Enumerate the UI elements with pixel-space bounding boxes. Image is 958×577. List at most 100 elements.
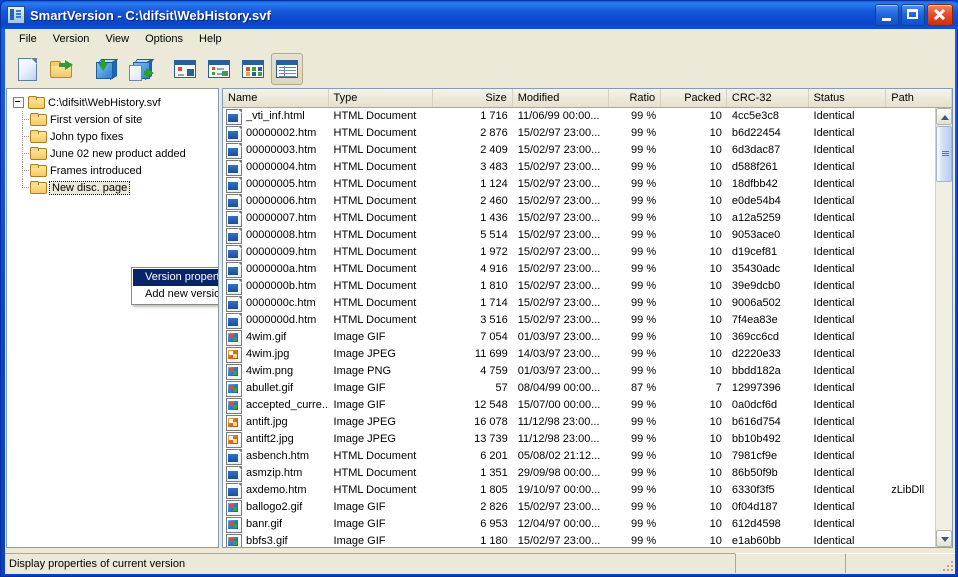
column-header-crc32[interactable]: CRC-32	[727, 89, 809, 107]
version-tree-pane[interactable]: C:\difsit\WebHistory.svf First version o…	[6, 88, 219, 548]
context-menu[interactable]: Version properties... Add new version...	[131, 267, 219, 305]
menu-view[interactable]: View	[97, 31, 137, 47]
column-header-name[interactable]: Name	[223, 89, 329, 107]
tree-item-john-typo-fixes[interactable]: John typo fixes	[13, 128, 218, 145]
resize-grip-icon[interactable]	[941, 559, 953, 571]
cell-packed: 10	[661, 346, 727, 363]
cell-size: 12 548	[433, 397, 513, 414]
cell-name-text: antift.jpg	[246, 414, 288, 431]
table-row[interactable]: abullet.gifImage GIF5708/04/99 00:00...8…	[223, 380, 936, 397]
table-row[interactable]: accepted_curre...Image GIF12 54815/07/00…	[223, 397, 936, 414]
menu-version[interactable]: Version	[45, 31, 98, 47]
table-row[interactable]: antift.jpgImage JPEG16 07811/12/98 23:00…	[223, 414, 936, 431]
scroll-up-button[interactable]	[936, 108, 952, 125]
table-row[interactable]: _vti_inf.htmlHTML Document1 71611/06/99 …	[223, 108, 936, 125]
cell-modified: 15/02/97 23:00...	[513, 244, 610, 261]
html-document-icon	[226, 194, 242, 210]
vertical-scrollbar[interactable]	[935, 108, 952, 547]
scroll-down-button[interactable]	[936, 530, 952, 547]
table-row[interactable]: 0000000a.htmHTML Document4 91615/02/97 2…	[223, 261, 936, 278]
table-row[interactable]: 00000003.htmHTML Document2 40915/02/97 2…	[223, 142, 936, 159]
column-header-path[interactable]: Path	[886, 89, 952, 107]
table-row[interactable]: 4wim.gifImage GIF7 05401/03/97 23:00...9…	[223, 329, 936, 346]
context-menu-item-version-properties[interactable]: Version properties...	[133, 269, 219, 286]
table-row[interactable]: bbfs3.gifImage GIF1 18015/02/97 23:00...…	[223, 533, 936, 547]
table-row[interactable]: 4wim.pngImage PNG4 75901/03/97 23:00...9…	[223, 363, 936, 380]
view-list-button[interactable]	[237, 53, 269, 85]
table-row[interactable]: 00000004.htmHTML Document3 48315/02/97 2…	[223, 159, 936, 176]
tree-item-frames-introduced[interactable]: Frames introduced	[13, 162, 218, 179]
tree-item-new-disc-page[interactable]: New disc. page	[13, 179, 218, 196]
cell-ratio: 99 %	[609, 312, 661, 329]
tree-item-june-02-new-product[interactable]: June 02 new product added	[13, 145, 218, 162]
table-row[interactable]: ballogo2.gifImage GIF2 82615/02/97 23:00…	[223, 499, 936, 516]
table-row[interactable]: 4wim.jpgImage JPEG11 69914/03/97 23:00..…	[223, 346, 936, 363]
scrollbar-thumb[interactable]	[936, 126, 952, 182]
table-row[interactable]: 00000008.htmHTML Document5 51415/02/97 2…	[223, 227, 936, 244]
column-header-type[interactable]: Type	[329, 89, 434, 107]
table-row[interactable]: 0000000d.htmHTML Document3 51615/02/97 2…	[223, 312, 936, 329]
new-archive-button[interactable]	[11, 53, 43, 85]
table-row[interactable]: 0000000b.htmHTML Document1 81015/02/97 2…	[223, 278, 936, 295]
cell-size: 1 805	[433, 482, 513, 499]
table-row[interactable]: 0000000c.htmHTML Document1 71415/02/97 2…	[223, 295, 936, 312]
table-row[interactable]: asbench.htmHTML Document6 20105/08/02 21…	[223, 448, 936, 465]
view-small-icons-button[interactable]	[203, 53, 235, 85]
cell-name: _vti_inf.html	[223, 108, 329, 125]
view-details-button[interactable]	[271, 53, 303, 85]
app-icon[interactable]	[7, 6, 25, 24]
table-row[interactable]: 00000006.htmHTML Document2 46015/02/97 2…	[223, 193, 936, 210]
cell-name-text: 0000000a.htm	[246, 261, 316, 278]
table-row[interactable]: 00000002.htmHTML Document2 87615/02/97 2…	[223, 125, 936, 142]
cell-modified: 15/02/97 23:00...	[513, 210, 610, 227]
cell-size: 2 460	[433, 193, 513, 210]
column-header-size[interactable]: Size	[433, 89, 513, 107]
table-row[interactable]: asmzip.htmHTML Document1 35129/09/98 00:…	[223, 465, 936, 482]
file-list-pane[interactable]: Name Type Size Modified Ratio Packed CRC…	[222, 88, 953, 548]
cell-modified: 01/03/97 23:00...	[513, 329, 610, 346]
collapse-expander-icon[interactable]	[13, 97, 24, 108]
view-large-icons-button[interactable]	[169, 53, 201, 85]
menu-options[interactable]: Options	[137, 31, 191, 47]
table-row[interactable]: 00000005.htmHTML Document1 12415/02/97 2…	[223, 176, 936, 193]
details-icon	[276, 60, 298, 78]
title-bar[interactable]: SmartVersion - C:\difsit\WebHistory.svf	[1, 1, 958, 29]
html-document-icon	[226, 262, 242, 278]
cell-type: Image GIF	[329, 397, 434, 414]
add-version-button[interactable]	[124, 53, 156, 85]
cell-status: Identical	[809, 108, 887, 125]
tree-item-first-version[interactable]: First version of site	[13, 111, 218, 128]
table-row[interactable]: antift2.jpgImage JPEG13 73911/12/98 23:0…	[223, 431, 936, 448]
cell-modified: 15/07/00 00:00...	[513, 397, 610, 414]
image-gif-icon	[226, 330, 242, 346]
table-row[interactable]: banr.gifImage GIF6 95312/04/97 00:00...9…	[223, 516, 936, 533]
cell-packed: 10	[661, 363, 727, 380]
cell-modified: 15/02/97 23:00...	[513, 312, 610, 329]
column-header-ratio[interactable]: Ratio	[609, 89, 661, 107]
column-header-packed[interactable]: Packed	[661, 89, 727, 107]
cell-ratio: 99 %	[609, 261, 661, 278]
menu-file[interactable]: File	[11, 31, 45, 47]
close-button[interactable]	[927, 4, 953, 26]
tree-root-row[interactable]: C:\difsit\WebHistory.svf	[13, 94, 218, 111]
extract-button[interactable]	[90, 53, 122, 85]
open-archive-button[interactable]	[45, 53, 77, 85]
table-row[interactable]: 00000009.htmHTML Document1 97215/02/97 2…	[223, 244, 936, 261]
table-row[interactable]: 00000007.htmHTML Document1 43615/02/97 2…	[223, 210, 936, 227]
maximize-button[interactable]	[901, 4, 925, 26]
cell-modified: 15/02/97 23:00...	[513, 176, 610, 193]
cell-name: 00000002.htm	[223, 125, 329, 142]
cell-ratio: 99 %	[609, 142, 661, 159]
column-header-modified[interactable]: Modified	[513, 89, 610, 107]
context-menu-item-add-new-version[interactable]: Add new version...	[133, 286, 219, 303]
column-header-status[interactable]: Status	[809, 89, 887, 107]
cell-modified: 15/02/97 23:00...	[513, 261, 610, 278]
minimize-button[interactable]	[875, 4, 899, 26]
file-list-body[interactable]: _vti_inf.htmlHTML Document1 71611/06/99 …	[223, 108, 936, 547]
cell-name-text: 00000003.htm	[246, 142, 316, 159]
list-column-headers: Name Type Size Modified Ratio Packed CRC…	[223, 89, 952, 108]
menu-help[interactable]: Help	[191, 31, 230, 47]
table-row[interactable]: axdemo.htmHTML Document1 80519/10/97 00:…	[223, 482, 936, 499]
small-icons-icon	[208, 60, 230, 78]
cell-packed: 10	[661, 244, 727, 261]
